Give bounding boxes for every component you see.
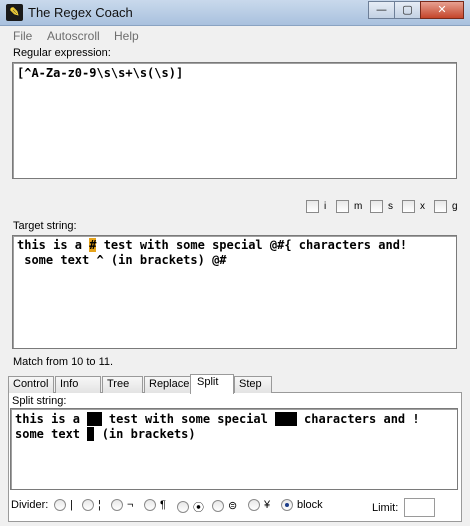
menu-help[interactable]: Help <box>114 29 139 43</box>
match-status: Match from 10 to 11. <box>13 356 114 368</box>
target-line-1: this is a # test with some special @#{ c… <box>17 238 452 253</box>
flag-m[interactable]: m <box>336 200 362 213</box>
radio-button[interactable] <box>248 499 260 511</box>
flag-g-checkbox[interactable] <box>434 200 447 213</box>
menu-file[interactable]: File <box>13 29 32 43</box>
radio-label: ¦ <box>98 499 101 511</box>
radio-button[interactable] <box>54 499 66 511</box>
flag-s-label: s <box>388 201 393 212</box>
limit-label: Limit: <box>372 502 399 514</box>
radio-button[interactable] <box>144 499 156 511</box>
tab-info[interactable]: Info <box>55 376 101 393</box>
minimize-button[interactable]: — <box>368 1 395 19</box>
regex-input[interactable]: [^A-Za-z0-9\s\s+\s(\s)] <box>12 62 457 179</box>
divider-options: Divider: | ¦ ¬ ¶ ⦿ ⊜ ¥ block Limit: <box>11 497 461 515</box>
tab-control[interactable]: Control <box>8 376 54 393</box>
flag-i-label: i <box>324 201 327 212</box>
split-line-2: some text (in brackets) <box>15 427 453 442</box>
divider-block <box>275 412 297 426</box>
window-title: The Regex Coach <box>28 5 133 20</box>
tab-tree[interactable]: Tree <box>102 376 143 393</box>
divider-option-not[interactable]: ¬ <box>111 499 133 511</box>
menu-autoscroll[interactable]: Autoscroll <box>47 29 100 43</box>
divider-option-block[interactable]: block <box>281 499 323 511</box>
split-output: this is a test with some special charact… <box>10 408 458 490</box>
close-button[interactable]: ✕ <box>420 1 464 19</box>
radio-label: | <box>70 499 73 511</box>
radio-button[interactable] <box>177 501 189 513</box>
target-line-2: some text ^ (in brackets) @# <box>17 253 227 267</box>
split-line-1: this is a test with some special charact… <box>15 412 453 427</box>
radio-label: ⦿ <box>193 502 204 514</box>
flag-s-checkbox[interactable] <box>370 200 383 213</box>
split-segment: this is a <box>15 412 88 426</box>
flag-x[interactable]: x <box>402 200 425 213</box>
divider-option-pilcrow[interactable]: ¶ <box>144 499 166 511</box>
divider-option-pipe[interactable]: | <box>54 499 73 511</box>
target-label: Target string: <box>13 220 77 232</box>
radio-label: ¶ <box>160 499 166 511</box>
flag-x-checkbox[interactable] <box>402 200 415 213</box>
flag-i[interactable]: i <box>306 200 326 213</box>
divider-option-broken-bar[interactable]: ¦ <box>82 499 101 511</box>
flag-g-label: g <box>452 201 458 212</box>
flag-m-checkbox[interactable] <box>336 200 349 213</box>
radio-button-selected[interactable] <box>281 499 293 511</box>
divider-block <box>87 412 102 426</box>
flag-x-label: x <box>420 201 425 212</box>
split-label: Split string: <box>12 395 67 407</box>
split-segment: (in brackets) <box>94 427 196 441</box>
radio-label: block <box>297 499 323 511</box>
target-input[interactable]: this is a # test with some special @#{ c… <box>12 235 457 349</box>
window-controls: — ▢ ✕ <box>368 1 464 19</box>
tab-step[interactable]: Step <box>234 376 272 393</box>
tab-replace[interactable]: Replace <box>144 376 196 393</box>
title-bar: ✎ The Regex Coach — ▢ ✕ <box>0 0 470 26</box>
radio-label: ⊜ <box>228 500 238 512</box>
divider-option-circle[interactable]: ⦿ <box>177 499 204 515</box>
regex-coach-icon: ✎ <box>6 4 23 21</box>
divider-option-yen[interactable]: ¥ <box>248 499 270 511</box>
flag-g[interactable]: g <box>434 200 458 213</box>
tab-split[interactable]: Split <box>190 374 234 394</box>
radio-button[interactable] <box>111 499 123 511</box>
split-segment: characters and ! <box>296 412 420 426</box>
split-segment: some text <box>15 427 88 441</box>
regex-label: Regular expression: <box>13 47 111 59</box>
flag-i-checkbox[interactable] <box>306 200 319 213</box>
radio-button[interactable] <box>212 499 224 512</box>
flag-s[interactable]: s <box>370 200 393 213</box>
radio-label: ¥ <box>264 499 271 511</box>
regex-text: [^A-Za-z0-9\s\s+\s(\s)] <box>17 66 184 80</box>
split-segment: test with some special <box>101 412 276 426</box>
flag-m-label: m <box>354 201 363 212</box>
radio-label: ¬ <box>127 499 134 511</box>
divider-label: Divider: <box>11 499 49 511</box>
radio-button[interactable] <box>82 499 94 511</box>
limit-input[interactable] <box>404 498 435 517</box>
menu-bar: File Autoscroll Help <box>0 27 470 45</box>
maximize-button[interactable]: ▢ <box>394 1 421 19</box>
target-text-after: test with some special @#{ characters an… <box>96 238 408 252</box>
divider-option-circled-equals[interactable]: ⊜ <box>212 499 237 512</box>
target-text-before: this is a <box>17 238 90 252</box>
